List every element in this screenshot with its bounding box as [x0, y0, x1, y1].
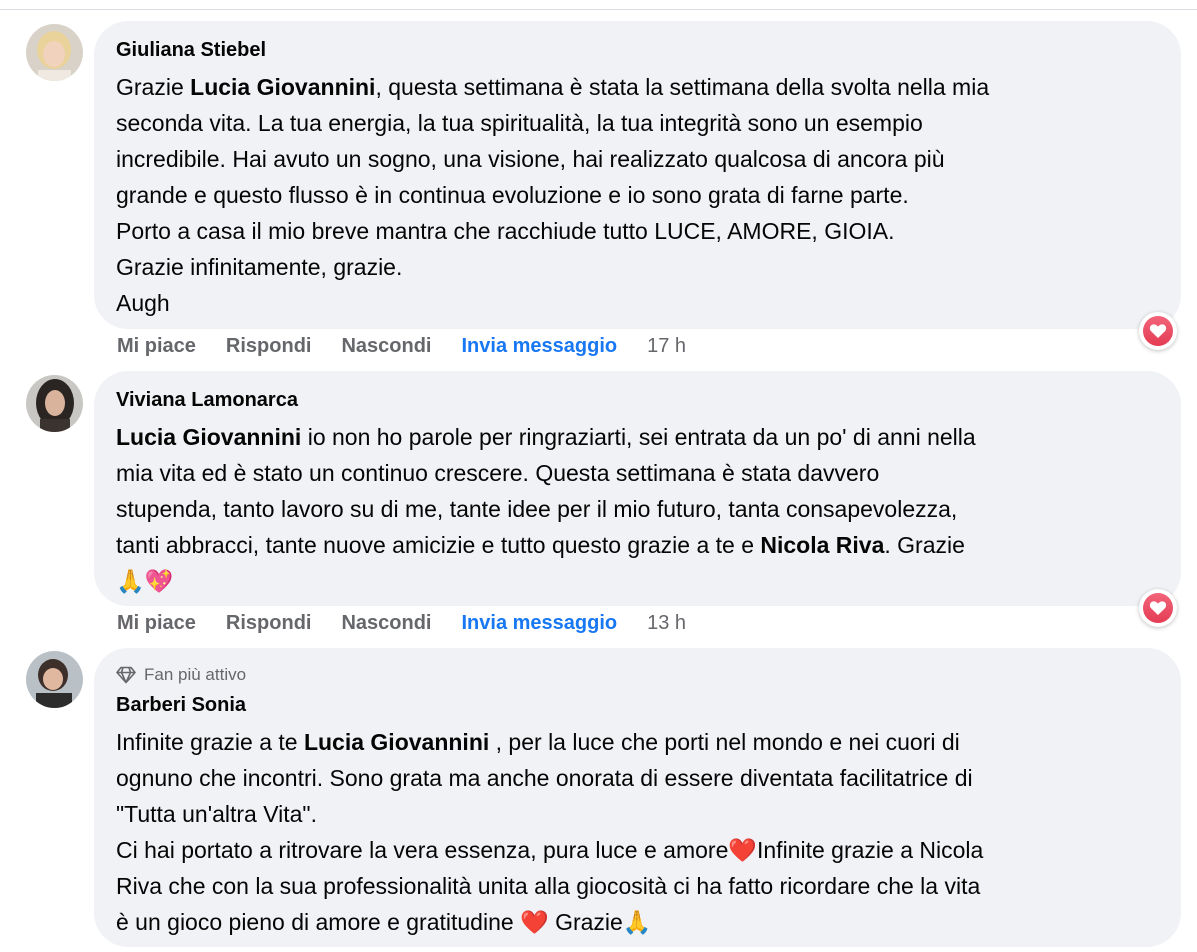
comment-text-line: stupenda, tanto lavoro su di me, tante i… [116, 491, 1159, 527]
text-segment: , questa settimana è stata la settimana … [375, 74, 990, 100]
comment-text: Grazie Lucia Giovannini, questa settiman… [116, 69, 1159, 321]
comment-text-line: incredibile. Hai avuto un sogno, una vis… [116, 141, 1159, 177]
comment-actions: Mi piace Rispondi Nascondi Invia messagg… [117, 335, 716, 358]
comment-author[interactable]: Barberi Sonia [116, 692, 1159, 718]
send-message-button[interactable]: Invia messaggio [462, 612, 618, 635]
text-segment: stupenda, tanto lavoro su di me, tante i… [116, 496, 958, 522]
text-segment: grande e questo flusso è in continua evo… [116, 182, 909, 208]
comment-text-line: grande e questo flusso è in continua evo… [116, 177, 1159, 213]
text-segment: è un gioco pieno di amore e gratitudine … [116, 909, 652, 935]
reply-button[interactable]: Rispondi [226, 335, 312, 358]
comment-text-line: tanti abbracci, tante nuove amicizie e t… [116, 527, 1159, 563]
text-segment: Grazie [116, 74, 191, 100]
text-segment: Porto a casa il mio breve mantra che rac… [116, 218, 895, 244]
comment-bubble: Giuliana Stiebel Grazie Lucia Giovannini… [94, 21, 1181, 329]
comment-text-line: Grazie infinitamente, grazie. [116, 249, 1159, 285]
reply-button[interactable]: Rispondi [226, 612, 312, 635]
comment-text-line: seconda vita. La tua energia, la tua spi… [116, 105, 1159, 141]
comment-text-line: "Tutta un'altra Vita". [116, 796, 1159, 832]
send-message-button[interactable]: Invia messaggio [462, 335, 618, 358]
like-button[interactable]: Mi piace [117, 335, 196, 358]
text-segment: tanti abbracci, tante nuove amicizie e t… [116, 532, 761, 558]
text-segment: Infinite grazie a te [116, 729, 304, 755]
timestamp[interactable]: 13 h [647, 612, 686, 635]
mentioned-user-link[interactable]: Nicola Riva [760, 532, 884, 558]
timestamp[interactable]: 17 h [647, 335, 686, 358]
reaction-heart-icon[interactable] [1139, 312, 1177, 350]
comment-text-line: è un gioco pieno di amore e gratitudine … [116, 904, 1159, 940]
comments-page: Giuliana Stiebel Grazie Lucia Giovannini… [0, 0, 1197, 952]
avatar[interactable] [26, 24, 83, 81]
text-segment: Ci hai portato a ritrovare la vera essen… [116, 837, 984, 863]
hide-button[interactable]: Nascondi [341, 612, 431, 635]
comment-author[interactable]: Giuliana Stiebel [116, 37, 1159, 63]
avatar[interactable] [26, 651, 83, 708]
text-segment: seconda vita. La tua energia, la tua spi… [116, 110, 923, 136]
comment-text-line: Ci hai portato a ritrovare la vera essen… [116, 832, 1159, 868]
text-segment: incredibile. Hai avuto un sogno, una vis… [116, 146, 945, 172]
comment-text-line: Lucia Giovannini io non ho parole per ri… [116, 419, 1159, 455]
comment-text-line: Grazie Lucia Giovannini, questa settiman… [116, 69, 1159, 105]
text-segment: "Tutta un'altra Vita". [116, 801, 317, 827]
comment-text-line: Augh [116, 285, 1159, 321]
top-divider [0, 0, 1197, 10]
text-segment: Augh [116, 290, 170, 316]
comment-text: Lucia Giovannini io non ho parole per ri… [116, 419, 1159, 599]
comment-actions: Mi piace Rispondi Nascondi Invia messagg… [117, 612, 716, 635]
comment-text: Infinite grazie a te Lucia Giovannini , … [116, 724, 1159, 940]
text-segment: mia vita ed è stato un continuo crescere… [116, 460, 880, 486]
text-segment: Grazie infinitamente, grazie. [116, 254, 403, 280]
reaction-heart-icon[interactable] [1139, 589, 1177, 627]
comment-text-line: Infinite grazie a te Lucia Giovannini , … [116, 724, 1159, 760]
text-segment: Riva che con la sua professionalità unit… [116, 873, 981, 899]
text-segment: , per la luce che porti nel mondo e nei … [489, 729, 960, 755]
badge-label: Fan più attivo [144, 665, 247, 684]
mentioned-user-link[interactable]: Lucia Giovannini [116, 424, 301, 450]
text-segment: . Grazie [884, 532, 965, 558]
comment-text-line: 🙏💖 [116, 563, 1159, 599]
mentioned-user-link[interactable]: Lucia Giovannini [190, 74, 375, 100]
top-fan-badge[interactable]: Fan più attivo [116, 664, 1159, 686]
avatar[interactable] [26, 375, 83, 432]
comment-bubble: Viviana Lamonarca Lucia Giovannini io no… [94, 371, 1181, 606]
comment-author[interactable]: Viviana Lamonarca [116, 387, 1159, 413]
comment-text-line: mia vita ed è stato un continuo crescere… [116, 455, 1159, 491]
text-segment: io non ho parole per ringraziarti, sei e… [301, 424, 976, 450]
comment-text-line: Riva che con la sua professionalità unit… [116, 868, 1159, 904]
mentioned-user-link[interactable]: Lucia Giovannini [304, 729, 489, 755]
comment-text-line: ognuno che incontri. Sono grata ma anche… [116, 760, 1159, 796]
text-segment: 🙏💖 [116, 568, 174, 594]
text-segment: ognuno che incontri. Sono grata ma anche… [116, 765, 973, 791]
comment-text-line: Porto a casa il mio breve mantra che rac… [116, 213, 1159, 249]
diamond-icon [116, 666, 136, 684]
like-button[interactable]: Mi piace [117, 612, 196, 635]
comment-bubble: Fan più attivo Barberi Sonia Infinite gr… [94, 648, 1181, 947]
hide-button[interactable]: Nascondi [341, 335, 431, 358]
